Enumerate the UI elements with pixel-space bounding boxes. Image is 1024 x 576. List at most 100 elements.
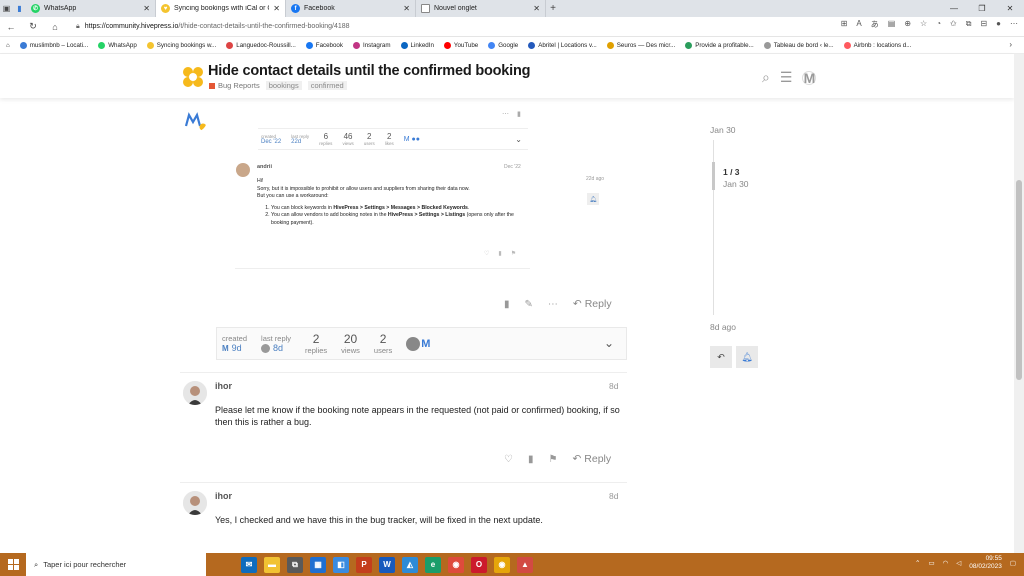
user-avatar[interactable]: M [802,70,817,86]
close-icon[interactable]: ✕ [403,4,410,13]
home-icon[interactable]: ⌂ [44,22,66,32]
maximize-icon[interactable]: ❐ [968,0,996,17]
close-window-icon[interactable]: ✕ [996,0,1024,17]
opera-icon[interactable]: O [471,556,487,573]
more-options-icon[interactable]: ⋯ [548,299,558,310]
split-icon[interactable]: ⧉ [966,19,972,30]
heart-icon[interactable]: ♡ [504,454,513,465]
collections-icon[interactable]: ⊟ [980,19,987,30]
post-avatar[interactable] [183,381,207,405]
file-explorer-icon[interactable]: ▬ [264,556,280,573]
tag-bookings[interactable]: bookings [265,81,302,90]
bookmark-item[interactable]: Facebook [305,41,343,49]
category-badge[interactable]: Bug Reports [209,81,260,90]
post-date[interactable]: 8d [609,381,618,391]
bookmark-icon[interactable]: ▮ [504,299,510,310]
apps-icon[interactable]: ⌂ [6,42,10,49]
bookmark-item[interactable]: Syncing bookings w... [146,41,216,49]
chrome-alt-icon[interactable]: ◉ [494,556,510,573]
tab-facebook[interactable]: f Facebook ✕ [286,0,416,17]
bookmark-item[interactable]: WhatsApp [98,41,137,49]
post-avatar[interactable] [183,108,207,132]
topic-created[interactable]: created M 9d [222,334,247,353]
task-view-icon[interactable]: ⧉ [287,556,303,573]
vertical-tabs-icon[interactable]: ▮ [13,0,26,17]
volume-icon[interactable]: ◁ [956,559,961,567]
timeline-notifications-button[interactable]: 🔔︎ [736,346,758,368]
bookmark-icon[interactable]: ▮ [528,454,534,465]
notifications-icon[interactable]: ▢ [1010,559,1016,567]
reply-button[interactable]: ↶ Reply [572,453,611,465]
bookmark-item[interactable]: Instagram [352,41,391,49]
refresh-icon[interactable]: ↻ [22,21,44,32]
translate-icon[interactable]: あ [871,19,879,30]
windows-start-icon[interactable] [0,553,26,576]
m-avatar-icon[interactable]: M [421,338,430,350]
store-icon[interactable]: ◧ [333,556,349,573]
wifi-icon[interactable]: ◠ [943,559,949,567]
favorite-icon[interactable]: ☆ [920,19,927,30]
timeline-end-date[interactable]: 8d ago [710,322,736,332]
network-icon[interactable]: ▭ [928,559,934,567]
bookmark-item[interactable]: Tableau de bord ‹ le... [763,41,834,49]
close-icon[interactable]: ✕ [273,4,280,13]
chevron-up-icon[interactable]: ⌃ [915,559,920,567]
bookmark-item[interactable]: Languedoc-Roussill... [226,41,296,49]
chevron-down-icon[interactable]: ⌄ [515,135,522,144]
bookmark-item[interactable]: Google [488,41,518,49]
tab-new[interactable]: Nouvel onglet ✕ [416,0,546,17]
gallery-icon[interactable]: ▲ [517,556,533,573]
favorites-icon[interactable]: ✩ [950,19,957,30]
timeline-start-date[interactable]: Jan 30 [710,125,736,135]
photos-icon[interactable]: ◭ [402,556,418,573]
tab-whatsapp[interactable]: ✆ WhatsApp ✕ [26,0,156,17]
zoom-icon[interactable]: ⊕ [904,19,911,30]
page-scrollbar-thumb[interactable] [1016,180,1022,380]
bookmark-item[interactable]: Provide a profitable... [685,41,754,49]
edit-icon[interactable]: ✎ [525,299,533,310]
reading-view-icon[interactable]: ▤ [888,19,896,30]
powerpoint-icon[interactable]: P [356,556,372,573]
more-options-icon[interactable]: ⋯ [502,110,509,118]
chevron-down-icon[interactable]: ⌄ [604,336,614,350]
taskbar-search-input[interactable]: ⌕ Taper ici pour rechercher [26,553,206,576]
clock[interactable]: 09:55 08/02/2023 [969,555,1002,571]
topic-last-reply[interactable]: last reply 8d [261,334,291,353]
hivepress-logo-icon[interactable] [180,64,206,90]
search-icon[interactable]: ⌕ [762,69,770,86]
menu-icon[interactable]: ⋯ [1010,19,1018,30]
url-field[interactable]: 🔒︎ https://community.hivepress.io/t/hide… [70,19,710,34]
bookmark-item[interactable]: Seuros — Des micr... [606,41,675,49]
refresh-extension-icon[interactable]: ◔ [936,19,941,30]
post-date[interactable]: 8d [609,491,618,501]
edge-icon[interactable]: e [425,556,441,573]
back-icon[interactable]: ← [0,22,22,32]
bookmark-item[interactable]: Abritel | Locations v... [528,41,597,49]
post-username[interactable]: ihor [215,381,232,391]
timeline-reply-button[interactable]: ↶ [710,346,732,368]
app-available-icon[interactable]: ⊞ [841,19,848,30]
minimize-icon[interactable]: — [940,0,968,17]
tab-actions-icon[interactable]: ▣ [0,0,13,17]
tab-syncing-bookings[interactable]: ♥ Syncing bookings with iCal or Go ✕ [156,0,286,17]
read-aloud-icon[interactable]: A [856,19,861,30]
new-tab-button[interactable]: + [546,3,560,14]
bookmark-item[interactable]: muslimbnb – Locati... [19,41,88,49]
calendar-icon[interactable]: ▦ [310,556,326,573]
tag-confirmed[interactable]: confirmed [307,81,347,90]
profile-icon[interactable]: ● [996,19,1001,30]
close-icon[interactable]: ✕ [143,4,150,13]
bookmark-item[interactable]: Airbnb : locations d... [843,41,911,49]
bookmark-icon[interactable]: ▮ [517,110,521,118]
flag-icon[interactable]: ⚑ [548,454,557,465]
mail-icon[interactable]: ✉ [241,556,257,573]
word-icon[interactable]: W [379,556,395,573]
bookmarks-overflow-icon[interactable]: › [1009,40,1012,49]
ihor-avatar-icon[interactable] [406,336,421,351]
close-icon[interactable]: ✕ [533,4,540,13]
reply-button[interactable]: ↶ Reply [573,298,612,310]
post-avatar[interactable] [183,491,207,515]
hamburger-menu-icon[interactable]: ☰ [780,69,793,86]
bookmark-item[interactable]: YouTube [443,41,478,49]
chrome-icon[interactable]: ◉ [448,556,464,573]
